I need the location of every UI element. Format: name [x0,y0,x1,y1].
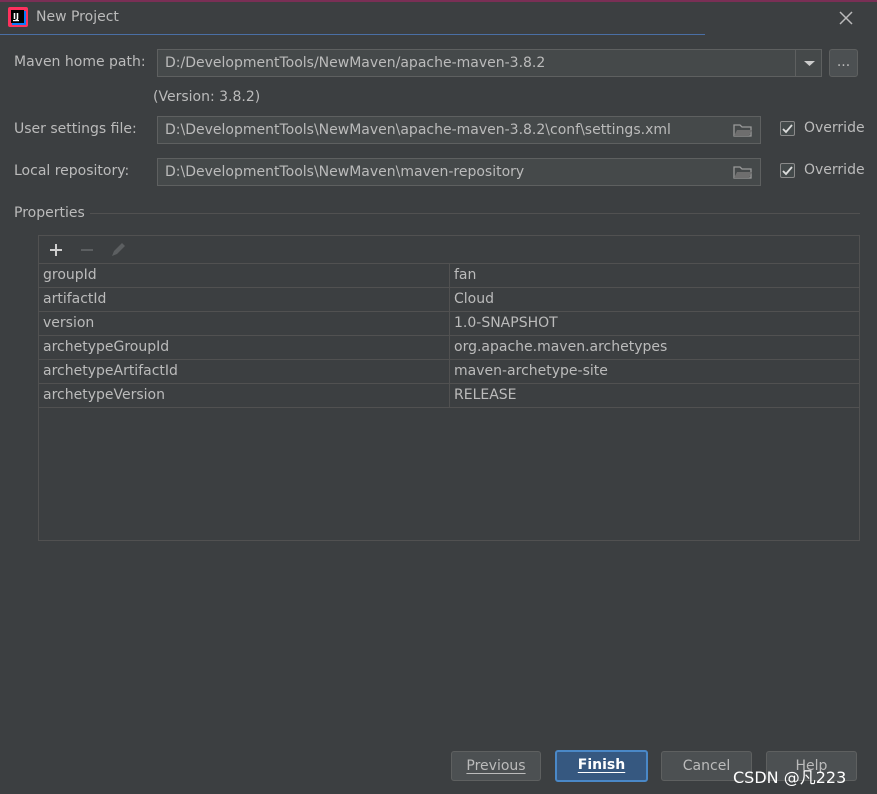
intellij-idea-icon: IJ [8,7,28,27]
properties-table: groupId fan artifactId Cloud version 1.0-SNAP… [38,235,860,541]
chevron-down-icon [804,61,815,66]
property-key: version [43,315,95,331]
properties-divider [90,213,860,214]
property-value[interactable]: org.apache.maven.archetypes [454,336,667,359]
previous-button-label: Previous [466,758,526,774]
maven-home-value: D:/DevelopmentTools/NewMaven/apache-mave… [165,55,546,71]
property-value[interactable]: RELEASE [454,384,517,407]
property-key: archetypeVersion [43,387,165,403]
finish-button[interactable]: Finish [555,750,648,782]
property-key: archetypeGroupId [43,339,170,355]
previous-button[interactable]: Previous [451,751,541,781]
user-settings-override-label: Override [804,120,865,136]
property-value[interactable]: fan [454,264,476,287]
maven-home-dropdown[interactable] [795,50,821,76]
property-value[interactable]: maven-archetype-site [454,360,608,383]
remove-icon[interactable] [78,241,96,259]
svg-text:IJ: IJ [13,12,19,21]
user-settings-override-checkbox[interactable] [780,121,795,136]
title-underline [0,34,705,35]
local-repo-field[interactable]: D:\DevelopmentTools\NewMaven\maven-repos… [157,158,761,186]
edit-icon[interactable] [109,241,127,259]
property-value[interactable]: 1.0-SNAPSHOT [454,312,558,335]
checkmark-icon [782,124,793,134]
finish-button-label: Finish [577,757,626,773]
maven-version-label: (Version: 3.8.2) [153,89,261,105]
property-key: groupId [43,267,97,283]
title-bar [0,0,877,36]
folder-icon[interactable] [733,164,753,180]
property-value[interactable]: Cloud [454,288,494,311]
local-repo-value: D:\DevelopmentTools\NewMaven\maven-repos… [165,164,525,180]
property-key: artifactId [43,291,107,307]
property-key: archetypeArtifactId [43,363,178,379]
user-settings-field[interactable]: D:\DevelopmentTools\NewMaven\apache-mave… [157,116,761,144]
checkmark-icon [782,166,793,176]
properties-toolbar [39,236,859,264]
local-repo-override-checkbox[interactable] [780,163,795,178]
user-settings-label: User settings file: [14,121,137,137]
maven-home-label: Maven home path: [14,54,146,70]
user-settings-value: D:\DevelopmentTools\NewMaven\apache-mave… [165,122,671,138]
add-icon[interactable] [47,241,65,259]
properties-title: Properties [14,205,85,221]
folder-icon[interactable] [733,122,753,138]
watermark: CSDN @凡223 [733,768,847,787]
local-repo-label: Local repository: [14,163,130,179]
local-repo-override-label: Override [804,162,865,178]
close-icon[interactable] [834,6,858,30]
maven-home-browse-button[interactable]: ... [829,49,858,77]
column-divider [449,264,450,408]
window-title: New Project [36,9,119,25]
maven-home-combobox[interactable]: D:/DevelopmentTools/NewMaven/apache-mave… [157,49,822,77]
